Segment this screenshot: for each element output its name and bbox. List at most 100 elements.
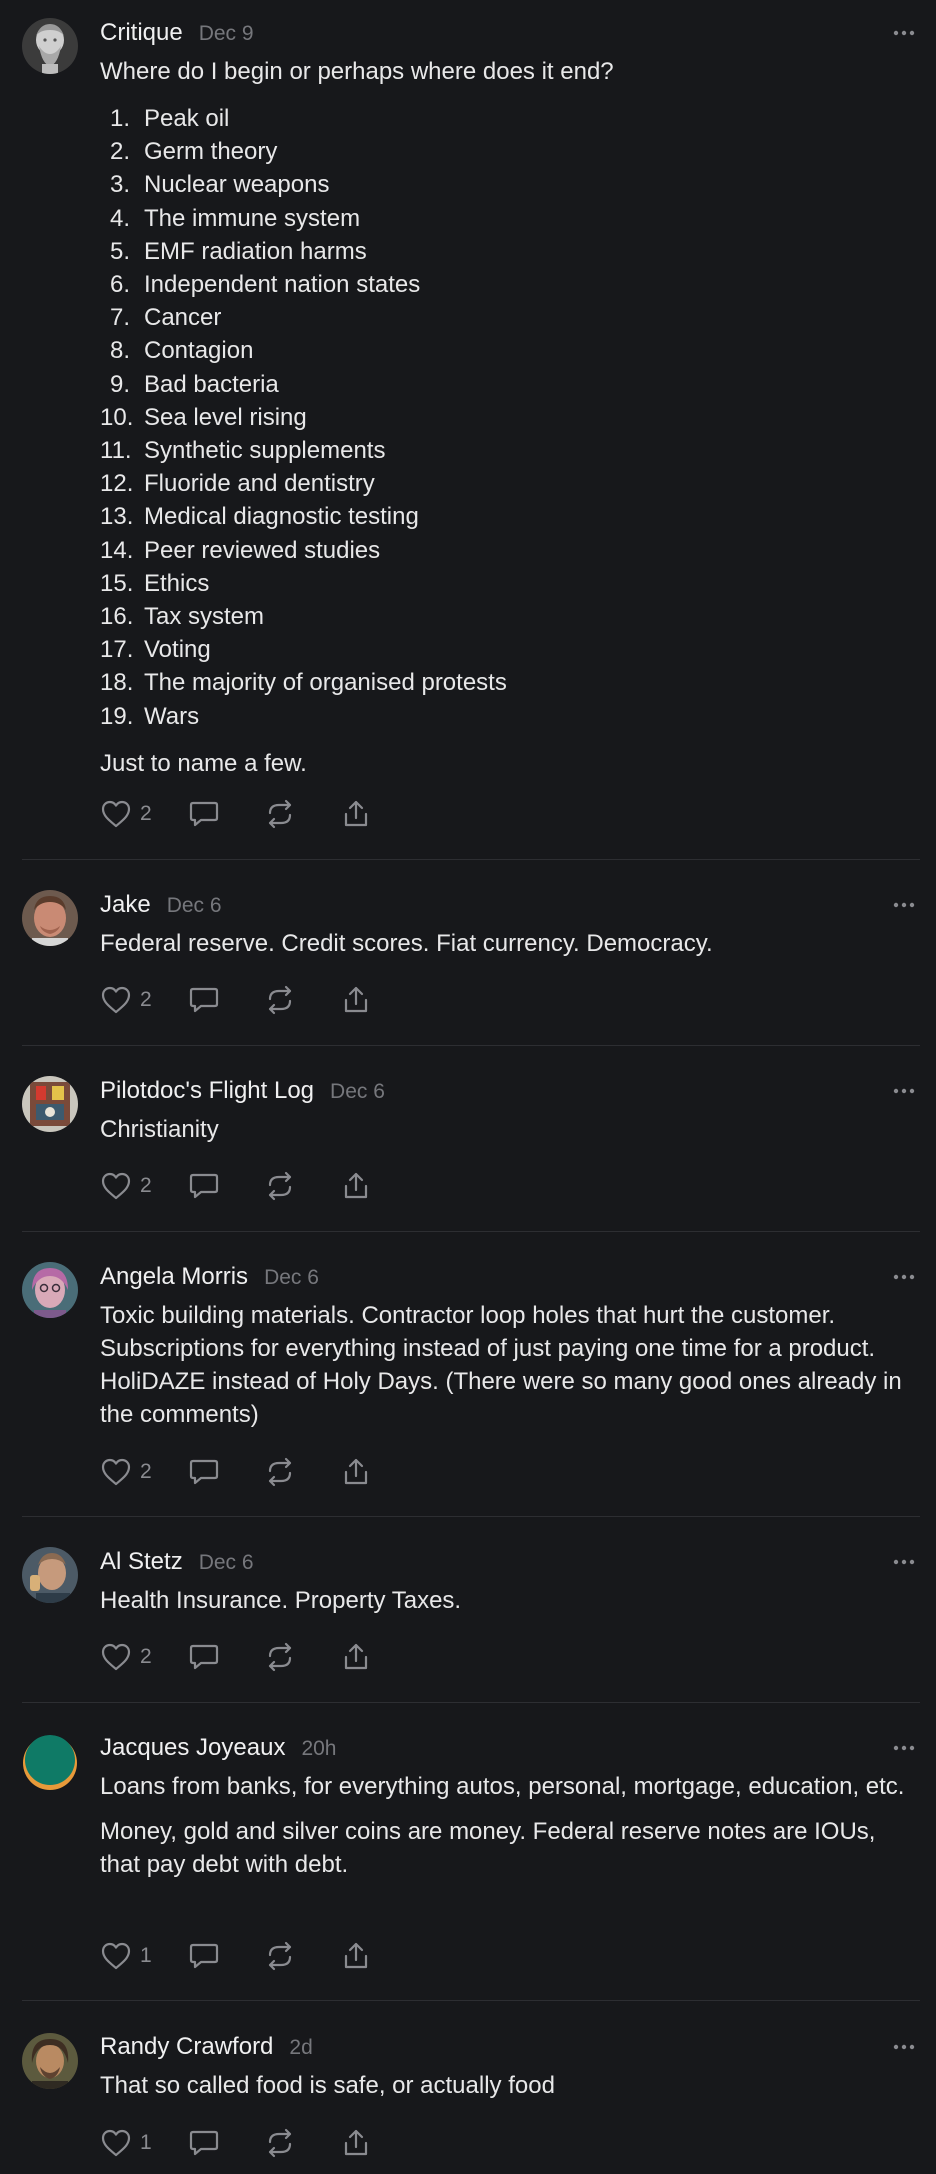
comment: Pilotdoc's Flight Log Dec 6 Christianity…: [22, 1046, 920, 1232]
list-item: 6. Independent nation states: [100, 268, 920, 301]
list-item-number: 3.: [109, 171, 130, 199]
restack-button[interactable]: [264, 2128, 296, 2158]
list-item: 10. Sea level rising: [100, 401, 920, 434]
more-options-icon[interactable]: [892, 1261, 916, 1293]
restack-button[interactable]: [264, 1941, 296, 1971]
author-name[interactable]: Jake: [100, 889, 151, 921]
more-options-icon[interactable]: [892, 17, 916, 49]
comment-bubble-icon: [189, 1173, 219, 1199]
list-item: 13. Medical diagnostic testing: [100, 500, 920, 533]
more-options-icon[interactable]: [892, 1546, 916, 1578]
restack-button[interactable]: [264, 985, 296, 1015]
comment-header: Al Stetz Dec 6: [100, 1546, 920, 1578]
action-bar: 2: [100, 1456, 372, 1488]
list-item-number: 11.: [100, 437, 132, 465]
share-icon: [344, 986, 368, 1013]
avatar[interactable]: [22, 1735, 78, 1791]
list-item-number: 19.: [100, 702, 134, 730]
list-item-number: 9.: [109, 370, 130, 398]
list-item-text: Independent nation states: [144, 271, 421, 299]
share-button[interactable]: [340, 985, 372, 1015]
reply-button[interactable]: [188, 1457, 220, 1487]
more-options-icon[interactable]: [892, 2031, 916, 2063]
more-options-icon[interactable]: [892, 1075, 916, 1107]
list-item-number: 12.: [100, 470, 134, 498]
comment-header: Critique Dec 9: [100, 17, 920, 49]
avatar[interactable]: [22, 1076, 78, 1132]
list-item-number: 5.: [109, 237, 130, 265]
avatar[interactable]: [22, 1547, 78, 1603]
share-button[interactable]: [340, 1642, 372, 1672]
restack-button[interactable]: [264, 1642, 296, 1672]
restack-icon: [268, 1171, 292, 1201]
reply-button[interactable]: [188, 2128, 220, 2158]
author-name[interactable]: Pilotdoc's Flight Log: [100, 1075, 314, 1107]
restack-icon: [268, 1457, 292, 1487]
comment-date[interactable]: Dec 6: [264, 1262, 319, 1294]
author-name[interactable]: Al Stetz: [100, 1546, 183, 1578]
avatar[interactable]: [22, 890, 78, 946]
author-name[interactable]: Randy Crawford: [100, 2031, 273, 2063]
more-options-icon[interactable]: [892, 889, 916, 921]
comment-body: Al Stetz Dec 6 Health Insurance. Propert…: [100, 1546, 920, 1617]
author-name[interactable]: Angela Morris: [100, 1261, 248, 1293]
like-count: 2: [140, 988, 152, 1011]
share-button[interactable]: [340, 799, 372, 829]
list-item-text: Peer reviewed studies: [144, 536, 381, 564]
comment: Angela Morris Dec 6 Toxic building mater…: [22, 1232, 920, 1517]
list-item-text: Nuclear weapons: [144, 171, 330, 199]
comment-date[interactable]: 2d: [289, 2032, 312, 2064]
action-bar: 2: [100, 798, 372, 830]
author-name[interactable]: Jacques Joyeaux: [100, 1732, 285, 1764]
like-button[interactable]: 1: [100, 2128, 154, 2158]
restack-button[interactable]: [264, 799, 296, 829]
like-button[interactable]: 2: [100, 1642, 154, 1672]
like-count: 2: [140, 1460, 152, 1483]
list-item-text: Wars: [144, 702, 200, 730]
list-item: 7. Cancer: [100, 301, 920, 334]
list-item: 16. Tax system: [100, 600, 920, 633]
reply-button[interactable]: [188, 799, 220, 829]
share-button[interactable]: [340, 1941, 372, 1971]
reply-button[interactable]: [188, 1941, 220, 1971]
comment-date[interactable]: 20h: [301, 1733, 336, 1765]
like-count: 1: [140, 2131, 152, 2154]
list-item-number: 15.: [100, 569, 134, 597]
list-item: 19. Wars: [100, 700, 920, 733]
list-item: 5. EMF radiation harms: [100, 235, 920, 268]
author-name[interactable]: Critique: [100, 17, 183, 49]
like-button[interactable]: 2: [100, 799, 154, 829]
list-item: 2. Germ theory: [100, 135, 920, 168]
comment-date[interactable]: Dec 6: [330, 1076, 385, 1108]
comment-date[interactable]: Dec 9: [199, 18, 254, 50]
list-item-text: EMF radiation harms: [144, 237, 367, 265]
like-button[interactable]: 2: [100, 1457, 154, 1487]
comment-date[interactable]: Dec 6: [167, 890, 222, 922]
reply-button[interactable]: [188, 1642, 220, 1672]
list-item-number: 2.: [109, 138, 130, 166]
list-item-text: Germ theory: [144, 138, 278, 166]
like-button[interactable]: 2: [100, 1171, 154, 1201]
restack-button[interactable]: [264, 1457, 296, 1487]
more-options-icon[interactable]: [892, 1732, 916, 1764]
comment-date[interactable]: Dec 6: [199, 1547, 254, 1579]
reply-button[interactable]: [188, 985, 220, 1015]
list-item: 15. Ethics: [100, 567, 920, 600]
avatar[interactable]: [22, 2033, 78, 2089]
list-item-text: Tax system: [144, 603, 265, 631]
heart-icon: [101, 1643, 131, 1671]
share-button[interactable]: [340, 1171, 372, 1201]
restack-button[interactable]: [264, 1171, 296, 1201]
reply-button[interactable]: [188, 1171, 220, 1201]
avatar[interactable]: [22, 1262, 78, 1318]
share-icon: [344, 1458, 368, 1485]
teal-circle-avatar-icon: [22, 1735, 78, 1791]
list-item-text: Fluoride and dentistry: [144, 470, 375, 498]
share-button[interactable]: [340, 2128, 372, 2158]
comment-text: Federal reserve. Credit scores. Fiat cur…: [100, 930, 713, 957]
like-button[interactable]: 2: [100, 985, 154, 1015]
share-button[interactable]: [340, 1457, 372, 1487]
avatar[interactable]: [22, 18, 78, 74]
comment-text: Health Insurance. Property Taxes.: [100, 1587, 462, 1614]
like-button[interactable]: 1: [100, 1941, 154, 1971]
